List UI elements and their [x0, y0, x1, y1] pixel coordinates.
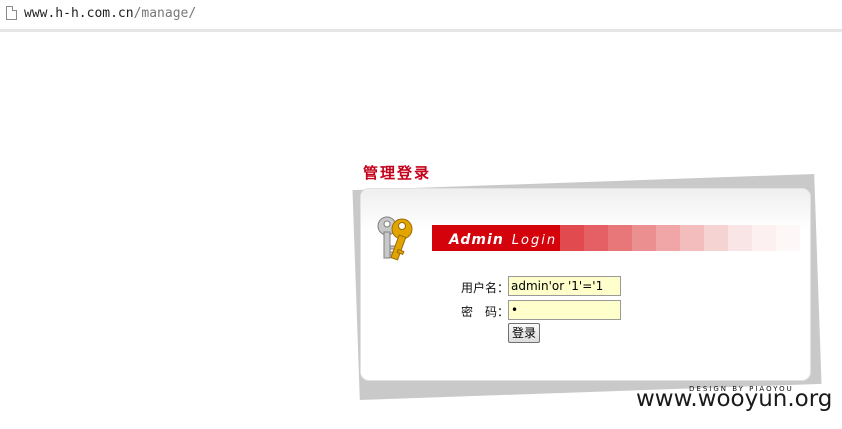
address-bar[interactable]: www.h-h.com.cn/manage/ [0, 0, 842, 32]
banner-block [608, 225, 632, 251]
banner-block [704, 225, 728, 251]
username-input[interactable]: admin'or '1'='1 [508, 276, 621, 296]
wooyun-watermark: www.wooyun.org [636, 386, 833, 412]
login-button[interactable]: 登录 [508, 323, 541, 343]
url-text[interactable]: www.h-h.com.cn/manage/ [24, 6, 196, 21]
banner-block [560, 225, 584, 251]
address-bar-divider [0, 29, 842, 32]
banner-login-text: Login [511, 233, 558, 248]
url-path: /manage/ [133, 6, 197, 21]
page-icon [6, 6, 17, 20]
banner-block [776, 225, 800, 251]
banner-block [632, 225, 656, 251]
banner-block [728, 225, 752, 251]
username-label: 用户名： [461, 281, 510, 295]
banner-block [752, 225, 776, 251]
url-host: www.h-h.com.cn [24, 6, 134, 21]
keys-icon [377, 216, 413, 261]
password-input[interactable]: • [508, 300, 621, 320]
password-label: 密 码： [461, 305, 510, 319]
banner-block [680, 225, 704, 251]
banner-block [656, 225, 680, 251]
banner-block [584, 225, 608, 251]
page-title: 管理登录 [363, 164, 432, 182]
banner-text: Admin Login [449, 229, 557, 248]
banner-admin-text: Admin [449, 232, 504, 248]
